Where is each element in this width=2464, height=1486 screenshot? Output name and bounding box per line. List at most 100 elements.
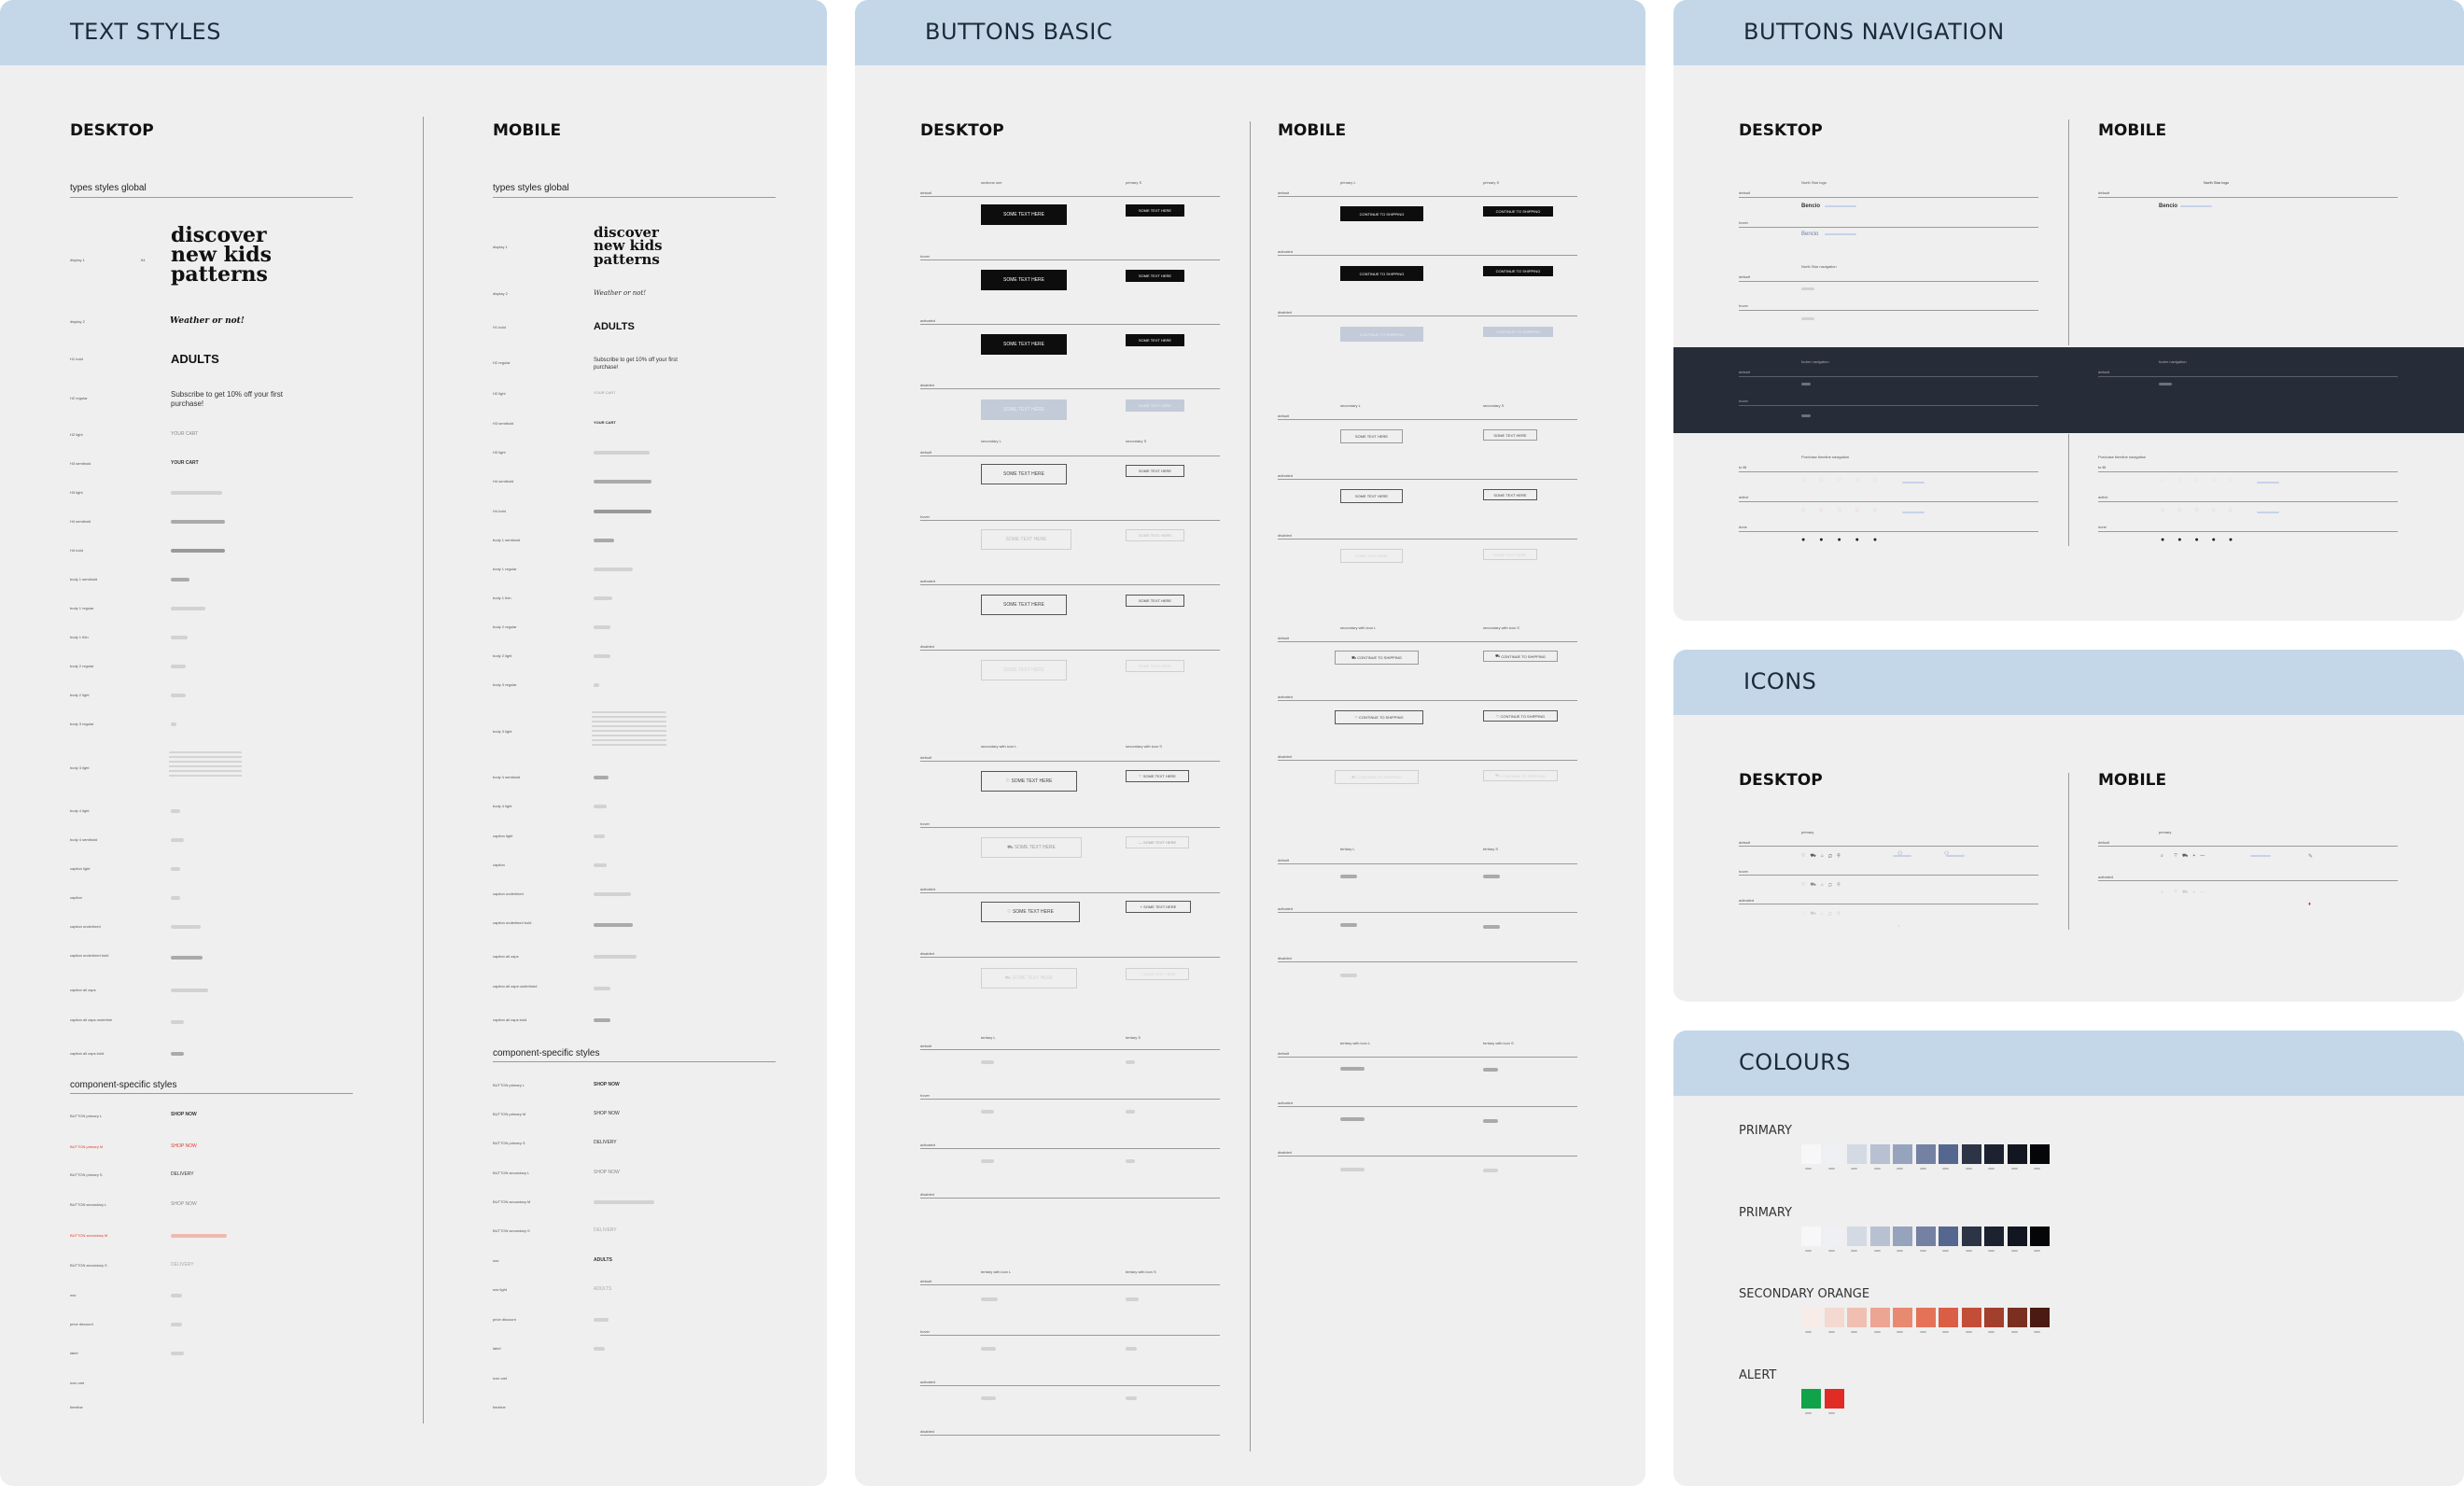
primary-s-button-hover[interactable]: SOME TEXT HERE (1126, 270, 1184, 282)
icon-s-button[interactable]: ♡ SOME TEXT HERE (1126, 770, 1189, 782)
continue-s-button-disabled[interactable]: CONTINUE TO SHIPPING (1483, 327, 1553, 337)
logo-hover[interactable]: Bencio (1801, 231, 1818, 237)
tertiary-icon-mobile-button-disabled[interactable] (1340, 1168, 1365, 1171)
secondary-button-hover[interactable]: SOME TEXT HERE (981, 529, 1071, 550)
icon-s-button-active[interactable]: + SOME TEXT HERE (1126, 901, 1191, 913)
colour-swatch[interactable] (1847, 1308, 1867, 1327)
colour-swatch[interactable] (1961, 1227, 1981, 1246)
continue-button-active[interactable]: CONTINUE TO SHIPPING (1340, 266, 1423, 281)
tertiary-s-button-active[interactable] (1126, 1159, 1135, 1163)
secondary-button-active[interactable]: SOME TEXT HERE (981, 595, 1067, 615)
nav-item[interactable] (1801, 287, 1814, 290)
colour-swatch[interactable] (1801, 1308, 1821, 1327)
colour-swatch[interactable] (1939, 1308, 1958, 1327)
secondary-mobile-s-button-disabled[interactable]: SOME TEXT HERE (1483, 549, 1537, 560)
colour-swatch[interactable] (1824, 1308, 1844, 1327)
primary-button-active[interactable]: SOME TEXT HERE (981, 334, 1067, 355)
edit-icon[interactable]: ✎ (2308, 853, 2313, 860)
colour-swatch[interactable] (1869, 1227, 1890, 1246)
tertiary-icon-mobile-button[interactable] (1340, 1067, 1365, 1071)
colour-swatch[interactable] (1824, 1144, 1844, 1164)
colour-swatch[interactable] (1915, 1308, 1936, 1327)
colour-swatch[interactable] (2030, 1308, 2050, 1327)
primary-s-button-disabled[interactable]: SOME TEXT HERE (1126, 400, 1184, 412)
tertiary-button-hover[interactable] (981, 1110, 994, 1114)
continue-icon-s-button-disabled[interactable]: ⛟ CONTINUE TO SHIPPING (1483, 770, 1558, 781)
tertiary-button[interactable] (981, 1060, 994, 1064)
colour-swatch[interactable] (1801, 1389, 1821, 1409)
user-icon[interactable]: ⚇ (1944, 850, 1949, 857)
colour-swatch[interactable] (1961, 1144, 1981, 1164)
colour-swatch[interactable] (1984, 1227, 2004, 1246)
icon-s-button-disabled[interactable]: ♡ SOME TEXT HERE (1126, 968, 1189, 980)
continue-icon-s-button-active[interactable]: ♡ CONTINUE TO SHIPPING (1483, 710, 1558, 722)
colour-swatch[interactable] (1915, 1144, 1936, 1164)
user-icon[interactable]: ⚇ (1897, 850, 1902, 857)
colour-swatch[interactable] (2007, 1227, 2027, 1246)
tertiary-icon-mobile-s-button-active[interactable] (1483, 1119, 1498, 1123)
secondary-s-button-active[interactable]: SOME TEXT HERE (1126, 595, 1184, 607)
colour-swatch[interactable] (1893, 1308, 1912, 1327)
secondary-mobile-s-button[interactable]: SOME TEXT HERE (1483, 429, 1537, 441)
secondary-s-button-disabled[interactable]: SOME TEXT HERE (1126, 660, 1184, 672)
colour-swatch[interactable] (1801, 1227, 1821, 1246)
primary-s-button-active[interactable]: SOME TEXT HERE (1126, 334, 1184, 346)
colour-swatch[interactable] (1824, 1389, 1844, 1409)
colour-swatch[interactable] (2030, 1227, 2050, 1246)
colour-swatch[interactable] (2030, 1144, 2050, 1164)
colour-swatch[interactable] (1939, 1144, 1958, 1164)
colour-swatch[interactable] (1824, 1227, 1844, 1246)
tertiary-mobile-button-active[interactable] (1340, 923, 1357, 927)
footer-link[interactable] (2159, 383, 2172, 386)
footer-link[interactable] (1801, 383, 1811, 386)
secondary-mobile-button[interactable]: SOME TEXT HERE (1340, 429, 1403, 443)
logo[interactable]: Bencio (2159, 203, 2177, 209)
secondary-button[interactable]: SOME TEXT HERE (981, 464, 1067, 484)
tertiary-icon-button[interactable] (981, 1297, 998, 1301)
icon-s-button-hover[interactable]: — SOME TEXT HERE (1126, 836, 1189, 848)
icon-button[interactable]: ♡ SOME TEXT HERE (981, 771, 1077, 792)
colour-swatch[interactable] (1893, 1227, 1912, 1246)
secondary-s-button[interactable]: SOME TEXT HERE (1126, 465, 1184, 477)
primary-button[interactable]: SOME TEXT HERE (981, 204, 1067, 225)
footer-link-hover[interactable] (1801, 414, 1811, 417)
continue-s-button[interactable]: CONTINUE TO SHIPPING (1483, 206, 1553, 217)
tertiary-mobile-s-button[interactable] (1483, 875, 1500, 878)
colour-swatch[interactable] (1847, 1227, 1867, 1246)
secondary-button-disabled[interactable]: SOME TEXT HERE (981, 660, 1067, 680)
colour-swatch[interactable] (1801, 1144, 1821, 1164)
colour-swatch[interactable] (1869, 1308, 1890, 1327)
icon-button-disabled[interactable]: ⛟ SOME TEXT HERE (981, 968, 1077, 988)
primary-button-disabled[interactable]: SOME TEXT HERE (981, 400, 1067, 420)
continue-button-disabled[interactable]: CONTINUE TO SHIPPING (1340, 327, 1423, 342)
tertiary-icon-button-active[interactable] (981, 1396, 996, 1400)
tertiary-icon-button-hover[interactable] (981, 1347, 996, 1351)
colour-swatch[interactable] (1939, 1227, 1958, 1246)
colour-swatch[interactable] (2007, 1308, 2027, 1327)
tertiary-mobile-s-button-active[interactable] (1483, 925, 1500, 929)
colour-swatch[interactable] (1984, 1144, 2004, 1164)
secondary-s-button-hover[interactable]: SOME TEXT HERE (1126, 529, 1184, 541)
colour-swatch[interactable] (1961, 1308, 1981, 1327)
continue-icon-button-disabled[interactable]: ⛟ CONTINUE TO SHIPPING (1335, 770, 1419, 784)
secondary-mobile-button-disabled[interactable]: SOME TEXT HERE (1340, 549, 1403, 563)
icon-button-active[interactable]: ♡ SOME TEXT HERE (981, 902, 1080, 922)
tertiary-s-button-hover[interactable] (1126, 1110, 1135, 1114)
nav-item-hover[interactable] (1801, 317, 1814, 320)
tertiary-button-active[interactable] (981, 1159, 994, 1163)
secondary-mobile-s-button-active[interactable]: SOME TEXT HERE (1483, 489, 1537, 500)
continue-button[interactable]: CONTINUE TO SHIPPING (1340, 206, 1423, 221)
secondary-mobile-button-active[interactable]: SOME TEXT HERE (1340, 489, 1403, 503)
colour-swatch[interactable] (1984, 1308, 2004, 1327)
icon-button-hover[interactable]: ⛟ SOME TEXT HERE (981, 837, 1082, 858)
colour-swatch[interactable] (1915, 1227, 1936, 1246)
colour-swatch[interactable] (2007, 1144, 2027, 1164)
tertiary-icon-s-button-hover[interactable] (1126, 1347, 1137, 1351)
colour-swatch[interactable] (1869, 1144, 1890, 1164)
continue-icon-s-button[interactable]: ⛟ CONTINUE TO SHIPPING (1483, 651, 1558, 662)
primary-button-hover[interactable]: SOME TEXT HERE (981, 270, 1067, 290)
tertiary-icon-s-button[interactable] (1126, 1297, 1139, 1301)
continue-icon-button[interactable]: ⛟ CONTINUE TO SHIPPING (1335, 651, 1419, 665)
tertiary-icon-mobile-button-active[interactable] (1340, 1117, 1365, 1121)
continue-icon-button-active[interactable]: ♡ CONTINUE TO SHIPPING (1335, 710, 1423, 724)
